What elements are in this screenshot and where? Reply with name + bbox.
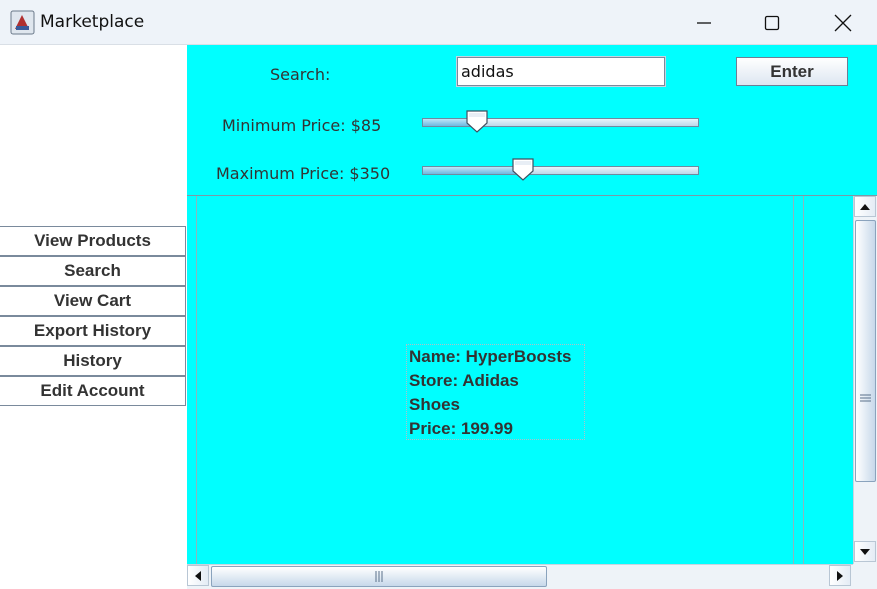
divider: [793, 196, 794, 564]
product-name: Name: HyperBoosts: [409, 347, 572, 366]
grip-icon: [375, 571, 383, 582]
scroll-down-button[interactable]: [854, 541, 876, 562]
divider: [803, 196, 804, 564]
scroll-up-button[interactable]: [854, 196, 876, 217]
min-price-slider[interactable]: [422, 109, 699, 135]
title-bar: Marketplace: [0, 0, 877, 45]
vertical-scrollbar[interactable]: [853, 196, 877, 564]
window-title: Marketplace: [40, 12, 145, 32]
arrow-right-icon: [837, 570, 843, 581]
nav-panel: View Products Search View Cart Export Hi…: [0, 45, 187, 589]
search-nav-button[interactable]: Search: [0, 256, 186, 286]
arrow-up-icon: [860, 203, 870, 210]
close-button[interactable]: [808, 0, 877, 45]
product-store: Store: Adidas: [409, 371, 519, 390]
max-price-slider[interactable]: [422, 157, 699, 183]
view-products-button[interactable]: View Products: [0, 226, 186, 256]
min-price-label: Minimum Price: $85: [222, 116, 382, 135]
search-label: Search:: [270, 65, 331, 84]
grip-icon: [860, 394, 871, 402]
enter-button[interactable]: Enter: [736, 57, 848, 86]
max-price-label: Maximum Price: $350: [216, 164, 391, 183]
vertical-scroll-thumb[interactable]: [855, 220, 876, 482]
minimize-button[interactable]: [669, 0, 739, 45]
filter-panel: Search: Enter Minimum Price: $85 Maximum…: [187, 45, 877, 196]
close-icon: [834, 14, 852, 31]
history-button[interactable]: History: [0, 346, 186, 376]
maximize-button[interactable]: [737, 0, 807, 45]
export-history-button[interactable]: Export History: [0, 316, 186, 346]
search-input[interactable]: [456, 56, 666, 87]
edit-account-button[interactable]: Edit Account: [0, 376, 186, 406]
arrow-down-icon: [860, 548, 870, 555]
slider-thumb[interactable]: [465, 109, 489, 133]
minimize-icon: [697, 21, 711, 24]
product-price: Price: 199.99: [409, 419, 513, 438]
scroll-left-button[interactable]: [187, 565, 209, 586]
horizontal-scroll-thumb[interactable]: [211, 566, 547, 587]
scroll-right-button[interactable]: [829, 565, 851, 586]
maximize-icon: [764, 15, 780, 30]
java-app-icon: [10, 10, 35, 35]
scroll-corner: [853, 564, 877, 589]
results-panel: Name: HyperBoosts Store: Adidas Shoes Pr…: [187, 196, 853, 564]
slider-fill: [423, 167, 523, 174]
horizontal-scrollbar[interactable]: [187, 564, 853, 589]
product-card[interactable]: Name: HyperBoosts Store: Adidas Shoes Pr…: [406, 344, 585, 440]
arrow-left-icon: [195, 570, 201, 581]
slider-thumb[interactable]: [511, 157, 535, 181]
product-category: Shoes: [409, 395, 461, 414]
divider: [196, 196, 197, 564]
view-cart-button[interactable]: View Cart: [0, 286, 186, 316]
